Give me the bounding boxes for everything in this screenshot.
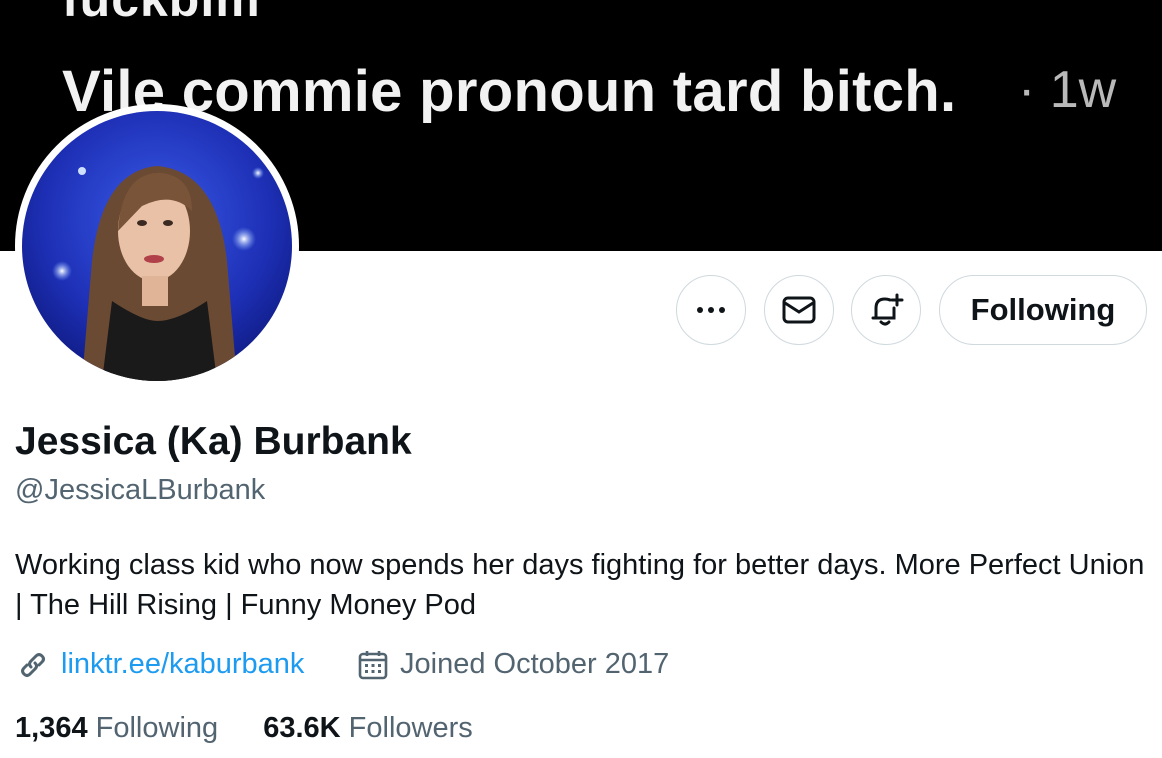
joined-date-text: Joined October 2017 <box>400 648 670 680</box>
avatar-image <box>22 111 292 381</box>
website-link-text[interactable]: linktr.ee/kaburbank <box>61 648 304 681</box>
following-count: 1,364 <box>15 712 88 744</box>
profile-name: Jessica (Ka) Burbank <box>15 420 412 463</box>
followers-stat-link[interactable]: 63.6K Followers <box>263 712 473 745</box>
more-options-button[interactable] <box>676 275 746 345</box>
following-button[interactable]: Following <box>939 275 1147 345</box>
followers-count: 63.6K <box>263 712 341 744</box>
following-stat-link[interactable]: 1,364 Following <box>15 712 218 745</box>
avatar[interactable] <box>15 104 299 388</box>
banner-text-line-1: fuckbim <box>62 0 261 28</box>
banner-timestamp: · 1w <box>1018 61 1117 119</box>
calendar-icon <box>358 650 388 679</box>
profile-handle: @JessicaLBurbank <box>15 474 266 506</box>
link-icon <box>21 652 45 677</box>
profile-website-link[interactable]: linktr.ee/kaburbank <box>17 648 304 681</box>
bell-plus-icon <box>871 293 904 326</box>
message-button[interactable] <box>764 275 834 345</box>
mail-icon <box>782 296 816 324</box>
more-icon <box>697 307 725 313</box>
followers-label: Followers <box>348 712 473 744</box>
profile-stats: 1,364 Following 63.6K Followers <box>15 712 510 745</box>
following-label: Following <box>95 712 219 744</box>
notifications-button[interactable] <box>851 275 921 345</box>
profile-bio: Working class kid who now spends her day… <box>15 549 1145 621</box>
joined-date: Joined October 2017 <box>358 648 669 681</box>
